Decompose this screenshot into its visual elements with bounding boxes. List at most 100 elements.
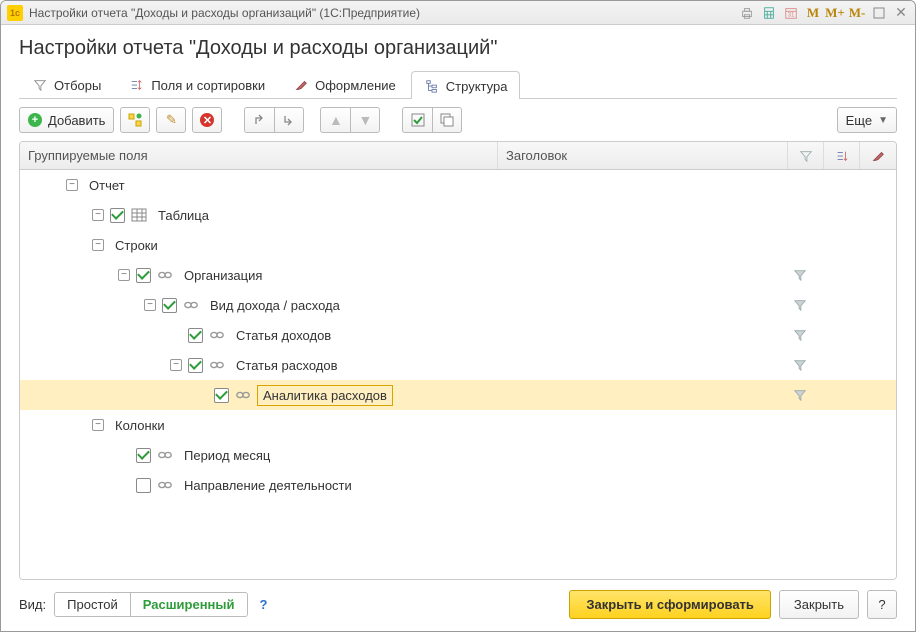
tree-row-activity[interactable]: Направление деятельности	[20, 470, 896, 500]
expander[interactable]: −	[92, 419, 104, 431]
close-button[interactable]: ✕	[893, 5, 909, 21]
move-buttons: ▲ ▼	[320, 107, 380, 133]
row-fields: −Организация	[20, 266, 492, 285]
checkbox[interactable]	[214, 388, 229, 403]
funnel-icon	[799, 149, 813, 163]
col-title[interactable]: Заголовок	[498, 142, 788, 169]
window-title: Настройки отчета "Доходы и расходы орган…	[29, 6, 420, 20]
close-and-form-button[interactable]: Закрыть и сформировать	[569, 590, 771, 619]
tree-row-rows[interactable]: −Строки	[20, 230, 896, 260]
level-up-icon	[252, 112, 268, 128]
checkbox[interactable]	[136, 478, 151, 493]
tree-row-kind[interactable]: −Вид дохода / расхода	[20, 290, 896, 320]
delete-button[interactable]: ✕	[192, 107, 222, 133]
memory-mplus-button[interactable]: M+	[827, 5, 843, 21]
checkbox[interactable]	[188, 328, 203, 343]
dropdown-caret-icon: ▼	[878, 115, 888, 126]
view-advanced-button[interactable]: Расширенный	[131, 593, 247, 616]
check-all-button[interactable]	[402, 107, 432, 133]
tab-label: Поля и сортировки	[151, 78, 265, 93]
tree-row-table[interactable]: −Таблица	[20, 200, 896, 230]
memory-m-button[interactable]: M	[805, 5, 821, 21]
edit-button[interactable]: ✎	[156, 107, 186, 133]
move-up-button[interactable]: ▲	[320, 107, 350, 133]
tree-row-analytics[interactable]: Аналитика расходов	[20, 380, 896, 410]
uncheck-all-button[interactable]	[432, 107, 462, 133]
expander[interactable]: −	[118, 269, 130, 281]
tab-structure[interactable]: Структура	[411, 71, 521, 99]
more-button[interactable]: Еще ▼	[837, 107, 897, 133]
sort-fields-icon	[129, 77, 145, 93]
expander[interactable]: −	[66, 179, 78, 191]
funnel-icon	[793, 388, 807, 402]
row-filter-cell[interactable]	[782, 298, 818, 312]
brush-icon	[293, 77, 309, 93]
tree-row-cols[interactable]: −Колонки	[20, 410, 896, 440]
funnel-icon	[32, 77, 48, 93]
link-icon	[209, 360, 225, 370]
tree-row-org[interactable]: −Организация	[20, 260, 896, 290]
tabbar: Отборы Поля и сортировки Оформление Стру…	[19, 70, 897, 99]
view-simple-button[interactable]: Простой	[55, 593, 131, 616]
help-footer-button[interactable]: ?	[867, 590, 897, 619]
tree-row-report[interactable]: −Отчет	[20, 170, 896, 200]
tree-row-period[interactable]: Период месяц	[20, 440, 896, 470]
row-fields: −Таблица	[20, 206, 492, 225]
titlebar-right: 31 M M+ M- ✕	[739, 5, 909, 21]
col-appearance[interactable]	[860, 142, 896, 169]
col-sort[interactable]	[824, 142, 860, 169]
col-fields[interactable]: Группируемые поля	[20, 142, 498, 169]
move-down-button[interactable]: ▼	[350, 107, 380, 133]
window: 1c Настройки отчета "Доходы и расходы ор…	[0, 0, 916, 632]
row-filter-cell[interactable]	[782, 358, 818, 372]
close-footer-button[interactable]: Закрыть	[779, 590, 859, 619]
row-label: Строки	[110, 236, 163, 255]
arrow-down-icon: ▼	[359, 112, 373, 128]
add-button[interactable]: + Добавить	[19, 107, 114, 133]
level-down-icon	[281, 112, 297, 128]
funnel-icon	[793, 268, 807, 282]
row-label: Колонки	[110, 416, 170, 435]
row-fields: Направление деятельности	[20, 476, 492, 495]
tree-row-income[interactable]: Статья доходов	[20, 320, 896, 350]
expander[interactable]: −	[92, 239, 104, 251]
expander[interactable]: −	[92, 209, 104, 221]
page-title: Настройки отчета "Доходы и расходы орган…	[1, 25, 915, 70]
row-fields: Статья доходов	[20, 326, 492, 345]
row-filter-cell[interactable]	[782, 268, 818, 282]
checkbox[interactable]	[162, 298, 177, 313]
more-button-label: Еще	[846, 113, 872, 128]
expander[interactable]: −	[170, 359, 182, 371]
level-up-button[interactable]	[244, 107, 274, 133]
row-filter-cell[interactable]	[782, 388, 818, 402]
checkbox[interactable]	[188, 358, 203, 373]
tab-filters[interactable]: Отборы	[19, 70, 114, 98]
row-fields: Аналитика расходов	[20, 385, 492, 406]
calculator-icon[interactable]	[761, 5, 777, 21]
add-button-label: Добавить	[48, 113, 105, 128]
col-filter[interactable]	[788, 142, 824, 169]
group-button[interactable]	[120, 107, 150, 133]
table-header: Группируемые поля Заголовок	[20, 142, 896, 170]
checkbox[interactable]	[136, 448, 151, 463]
row-fields: −Строки	[20, 236, 492, 255]
check-all-icon	[410, 112, 426, 128]
tree-row-expense[interactable]: −Статья расходов	[20, 350, 896, 380]
tab-fields[interactable]: Поля и сортировки	[116, 70, 278, 98]
link-icon	[157, 270, 173, 280]
checkbox[interactable]	[136, 268, 151, 283]
tab-appearance[interactable]: Оформление	[280, 70, 409, 98]
view-mode-toggle: Простой Расширенный	[54, 592, 247, 617]
row-fields: −Отчет	[20, 176, 492, 195]
minimize-button[interactable]	[871, 5, 887, 21]
calendar-icon[interactable]: 31	[783, 5, 799, 21]
app-logo: 1c	[7, 5, 23, 21]
checkbox[interactable]	[110, 208, 125, 223]
help-link[interactable]: ?	[256, 597, 272, 612]
print-icon[interactable]	[739, 5, 755, 21]
memory-mminus-button[interactable]: M-	[849, 5, 865, 21]
level-down-button[interactable]	[274, 107, 304, 133]
row-filter-cell[interactable]	[782, 328, 818, 342]
funnel-icon	[793, 328, 807, 342]
expander[interactable]: −	[144, 299, 156, 311]
